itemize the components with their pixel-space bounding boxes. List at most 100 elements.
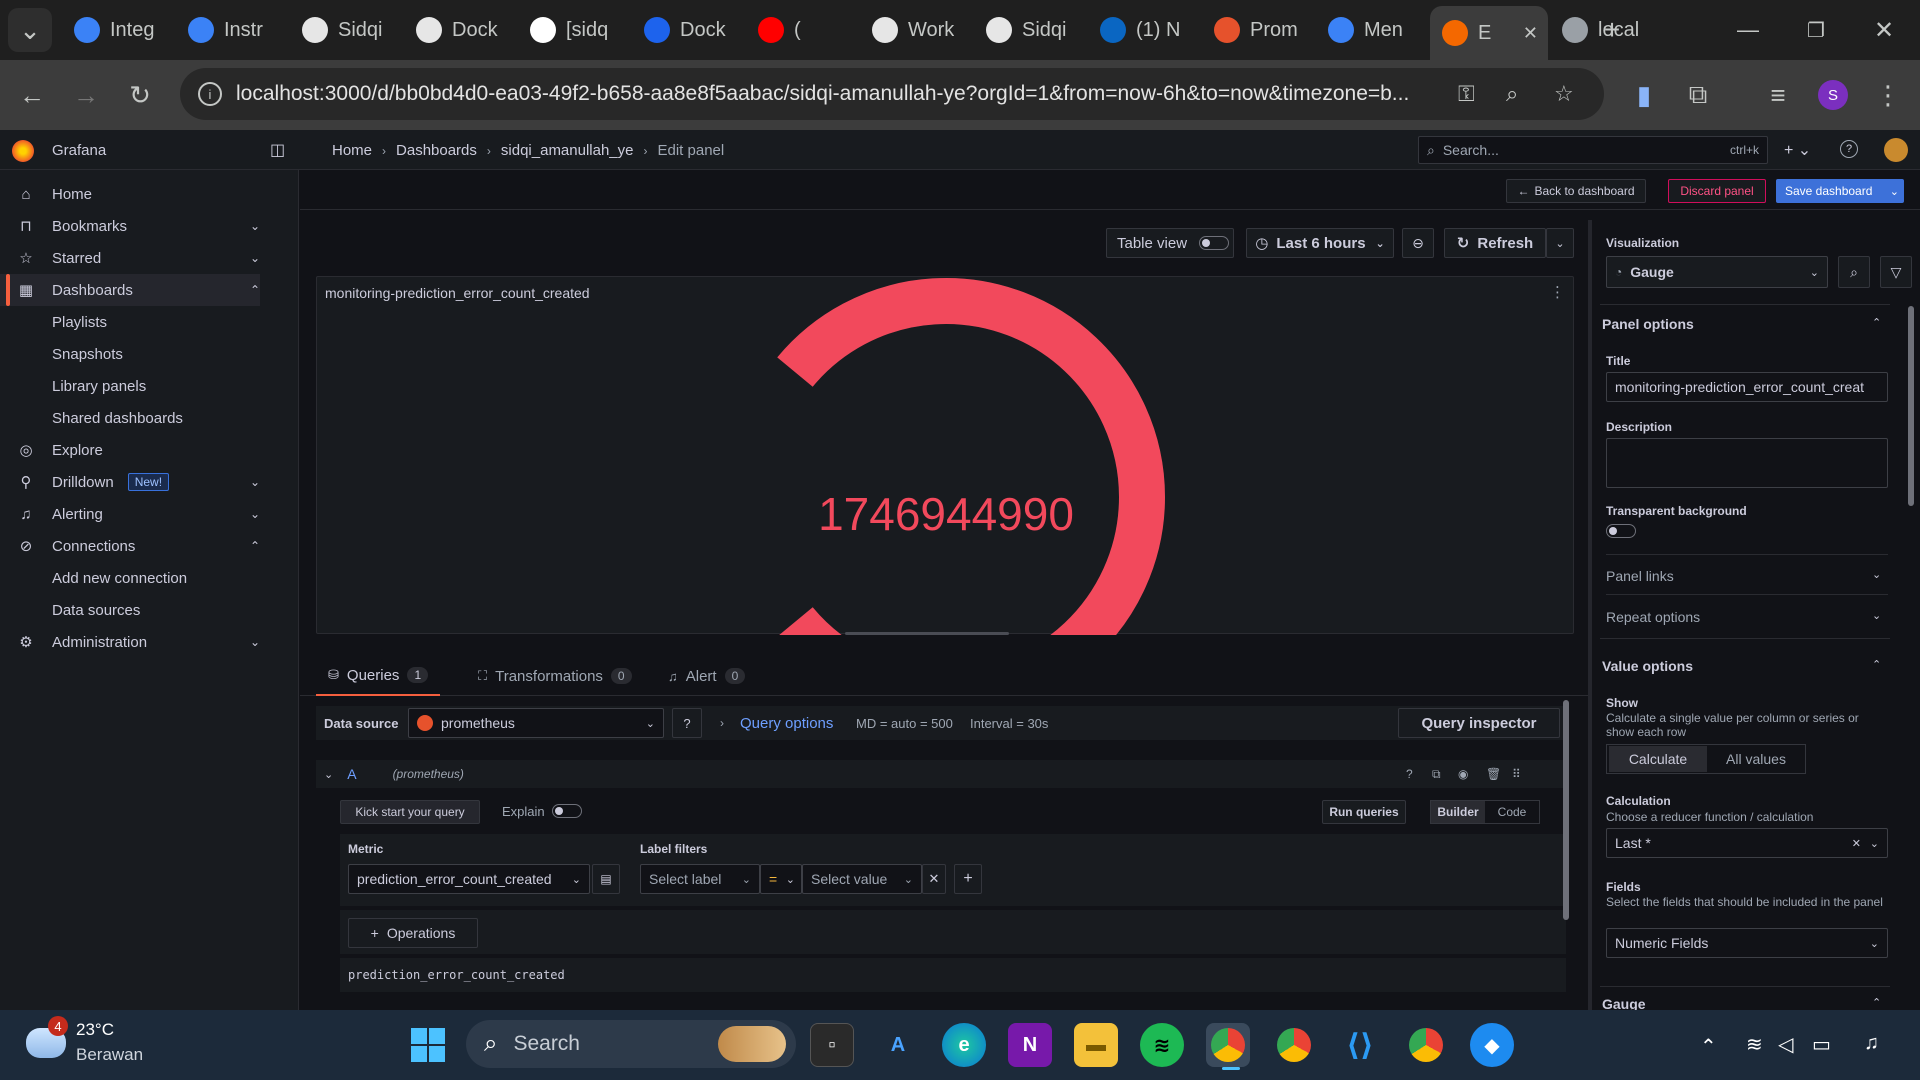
breadcrumb-dashboards[interactable]: Dashboards <box>396 142 477 159</box>
chrome-active-icon[interactable] <box>1206 1023 1250 1067</box>
chrome-profile-a-icon[interactable] <box>1272 1023 1316 1067</box>
panel-options-header[interactable]: Panel options <box>1602 316 1694 332</box>
description-textarea[interactable] <box>1606 438 1888 488</box>
nav-item-bookmarks[interactable]: ⊓ Bookmarks ⌄ <box>0 210 260 242</box>
code-mode-button[interactable]: Code <box>1485 801 1539 823</box>
remove-filter-button[interactable]: ✕ <box>922 864 946 894</box>
select-value-dropdown[interactable]: Select value ⌄ <box>802 864 922 894</box>
clear-icon[interactable]: ✕ <box>1852 837 1861 850</box>
dock-menu-icon[interactable]: ◫ <box>270 140 285 160</box>
tab-search-button[interactable]: ⌄ <box>8 8 52 52</box>
query-ref-id[interactable]: A <box>347 766 356 782</box>
forward-arrow-icon[interactable]: → <box>64 73 108 117</box>
wifi-icon[interactable]: ≋ <box>1746 1032 1763 1057</box>
fields-select[interactable]: Numeric Fields ⌄ <box>1606 928 1888 958</box>
help-icon[interactable]: ? <box>1840 140 1858 158</box>
help-icon[interactable]: ? <box>1406 767 1413 781</box>
tab-transformations[interactable]: ⛶ Transformations 0 <box>466 656 644 696</box>
browser-tab[interactable]: Dock <box>404 10 516 50</box>
tab-queries[interactable]: ⛁ Queries 1 <box>316 656 441 696</box>
task-view-icon[interactable]: ▫ <box>810 1023 854 1067</box>
nav-item-dashboards[interactable]: ▦ Dashboards ⌃ <box>0 274 260 306</box>
password-key-icon[interactable]: ⚿ <box>1458 81 1475 107</box>
panel-links-header[interactable]: Panel links <box>1606 568 1674 584</box>
file-explorer-icon[interactable]: ▬ <box>1074 1023 1118 1067</box>
save-dashboard-button[interactable]: Save dashboard ⌄ <box>1776 179 1904 203</box>
add-filter-button[interactable]: + <box>954 864 982 894</box>
time-range-picker[interactable]: ◷ Last 6 hours ⌄ <box>1246 228 1394 258</box>
reload-icon[interactable]: ↻ <box>118 73 162 117</box>
bookmark-star-icon[interactable]: ☆ <box>1554 81 1574 107</box>
duplicate-icon[interactable]: ⧉ <box>1432 767 1441 782</box>
nav-sub-library-panels[interactable]: Library panels <box>52 378 146 395</box>
browser-tab[interactable]: Sidqi <box>974 10 1086 50</box>
browser-tab[interactable]: Men <box>1316 10 1428 50</box>
nav-item-connections[interactable]: ⊘ Connections ⌃ <box>0 530 260 562</box>
explain-toggle[interactable] <box>552 804 582 818</box>
eye-icon[interactable]: ◉ <box>1458 767 1468 781</box>
docker-desktop-icon[interactable]: ◆ <box>1470 1023 1514 1067</box>
browser-tab[interactable]: Dock <box>632 10 744 50</box>
user-avatar[interactable] <box>1884 138 1908 162</box>
nav-sub-snapshots[interactable]: Snapshots <box>52 346 123 363</box>
metric-select[interactable]: prediction_error_count_created ⌄ <box>348 864 590 894</box>
options-filter-button[interactable]: ▽ <box>1880 256 1912 288</box>
chevron-up-icon[interactable]: ⌃ <box>250 539 260 553</box>
profile-avatar[interactable]: S <box>1818 80 1848 110</box>
browser-tab[interactable]: Sidqi <box>290 10 402 50</box>
panel-resize-handle[interactable] <box>845 632 1009 635</box>
repeat-options-header[interactable]: Repeat options <box>1606 609 1700 625</box>
chevron-down-icon[interactable]: ⌄ <box>1890 185 1899 198</box>
browser-menu-icon[interactable]: ⋮ <box>1866 73 1910 117</box>
browser-tab[interactable]: Instr <box>176 10 288 50</box>
browser-tab[interactable]: Work <box>860 10 972 50</box>
refresh-button[interactable]: ↻ Refresh <box>1444 228 1546 258</box>
value-options-header[interactable]: Value options <box>1602 658 1693 674</box>
chevron-down-icon[interactable]: ⌄ <box>250 475 260 489</box>
nav-sub-data-sources[interactable]: Data sources <box>52 602 140 619</box>
chrome-profile-s-icon[interactable] <box>1404 1023 1448 1067</box>
query-options-link[interactable]: Query options <box>740 715 833 732</box>
breadcrumb-home[interactable]: Home <box>332 142 372 159</box>
datasource-help-button[interactable]: ? <box>672 708 702 738</box>
address-bar[interactable]: i localhost:3000/d/bb0bd4d0-ea03-49f2-b6… <box>180 68 1604 120</box>
nav-sub-playlists[interactable]: Playlists <box>52 314 107 331</box>
operator-dropdown[interactable]: = ⌄ <box>760 864 802 894</box>
all-values-option[interactable]: All values <box>1707 746 1805 772</box>
trash-icon[interactable]: 🗑 <box>1486 767 1501 781</box>
table-view-toggle[interactable]: Table view <box>1106 228 1234 258</box>
weather-desc[interactable]: Berawan <box>76 1045 143 1065</box>
nav-sub-shared-dashboards[interactable]: Shared dashboards <box>52 410 183 427</box>
volume-icon[interactable]: ◁ <box>1778 1032 1793 1057</box>
chevron-up-icon[interactable]: ⌃ <box>250 283 260 297</box>
browser-tab[interactable]: ( <box>746 10 858 50</box>
nav-item-administration[interactable]: ⚙ Administration ⌄ <box>0 626 260 658</box>
discard-panel-button[interactable]: Discard panel <box>1668 179 1766 203</box>
nav-item-explore[interactable]: ◎ Explore <box>0 434 260 466</box>
chevron-down-icon[interactable]: ⌄ <box>250 507 260 521</box>
vscode-icon[interactable]: ⟨⟩ <box>1338 1023 1382 1067</box>
battery-icon[interactable]: ▭ <box>1812 1032 1831 1057</box>
chevron-down-icon[interactable]: ⌄ <box>250 251 260 265</box>
builder-mode-button[interactable]: Builder <box>1431 801 1485 823</box>
browser-tab[interactable]: Integ <box>62 10 174 50</box>
app-store-icon[interactable]: A <box>876 1023 920 1067</box>
refresh-interval-dropdown[interactable]: ⌄ <box>1546 228 1574 258</box>
run-queries-button[interactable]: Run queries <box>1322 800 1406 824</box>
calculation-select[interactable]: Last * ✕ ⌄ <box>1606 828 1888 858</box>
minimize-button[interactable]: — <box>1726 8 1770 52</box>
nav-item-starred[interactable]: ☆ Starred ⌄ <box>0 242 260 274</box>
back-to-dashboard-button[interactable]: ← Back to dashboard <box>1506 179 1646 203</box>
edge-browser-icon[interactable]: e <box>942 1023 986 1067</box>
options-search-button[interactable]: ⌕ <box>1838 256 1870 288</box>
query-scrollbar[interactable] <box>1562 690 1570 1008</box>
windows-start-icon[interactable] <box>406 1023 450 1067</box>
site-info-icon[interactable]: i <box>198 82 222 106</box>
media-controls-icon[interactable]: ≡ <box>1756 73 1800 117</box>
kick-start-button[interactable]: Kick start your query <box>340 800 480 824</box>
visualization-picker[interactable]: ◔ Gauge ⌄ <box>1606 256 1828 288</box>
chevron-up-icon[interactable]: ⌃ <box>1872 316 1881 329</box>
notification-bell-icon[interactable]: ♫ <box>1864 1032 1879 1055</box>
add-new-icon[interactable]: + ⌄ <box>1784 140 1811 160</box>
metrics-explorer-button[interactable]: ▤ <box>592 864 620 894</box>
